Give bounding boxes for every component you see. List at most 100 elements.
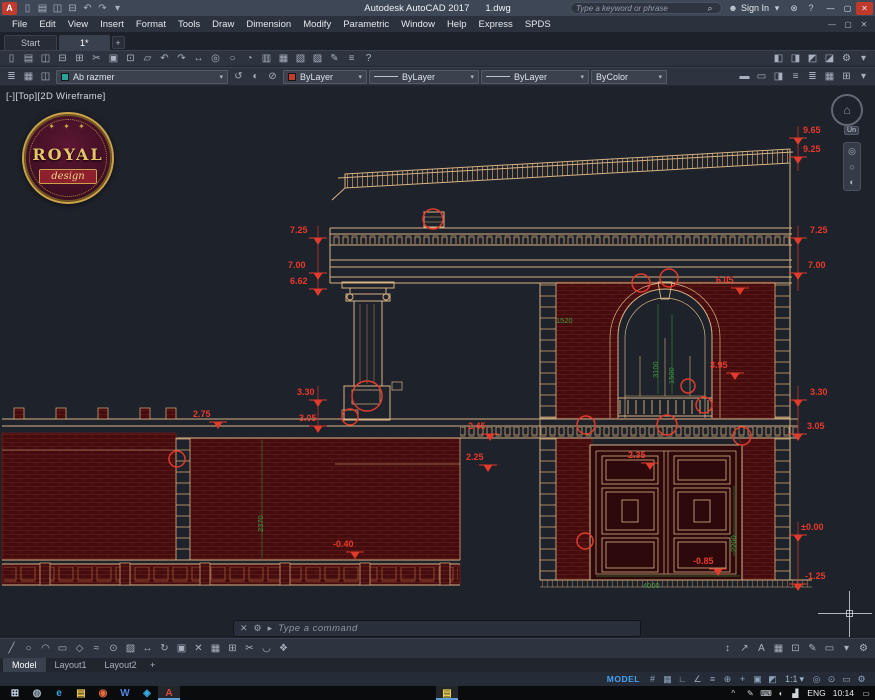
lineweight-dropdown[interactable]: ByLayer ▾ (481, 69, 589, 84)
layer-previous-icon[interactable]: ↺ (230, 69, 247, 84)
drawing-canvas[interactable]: [-][Top][2D Wireframe] ✦ ✦ ✦ ROYAL desig… (0, 86, 875, 638)
copy-icon[interactable]: ▣ (105, 51, 122, 66)
exchange-apps-icon[interactable]: ⊗ (788, 3, 800, 14)
options-icon[interactable]: ⚙ (838, 51, 855, 66)
settings-icon[interactable]: ⚙ (855, 641, 872, 656)
pan-icon[interactable]: ↔ (190, 51, 207, 66)
maximize-button[interactable]: ▢ (839, 2, 856, 15)
new-file-icon[interactable]: ▯ (21, 1, 34, 16)
help-icon[interactable]: ? (805, 3, 817, 13)
minimize-button[interactable]: — (822, 2, 839, 15)
menu-spds[interactable]: SPDS (519, 16, 557, 32)
action-center-icon[interactable]: ▭ (861, 689, 871, 698)
dim-linear-icon[interactable]: ↕ (719, 641, 736, 656)
layer-filter-icon[interactable]: ▦ (20, 69, 37, 84)
cut-icon[interactable]: ✂ (88, 51, 105, 66)
designcenter-icon[interactable]: ▦ (275, 51, 292, 66)
markup-icon[interactable]: ✎ (326, 51, 343, 66)
menu-view[interactable]: View (62, 16, 94, 32)
polar-icon[interactable]: ∠ (692, 674, 703, 685)
clock[interactable]: 10:14 (833, 688, 854, 698)
annotation-scale-control[interactable]: 1:1 ▾ (785, 674, 804, 685)
offset-icon[interactable]: ⊞ (224, 641, 241, 656)
draworder-above-icon[interactable]: ◩ (804, 51, 821, 66)
browser-icon[interactable]: ◉ (92, 686, 114, 700)
volume-icon[interactable]: ◖ (775, 689, 785, 698)
doc-close-button[interactable]: ✕ (857, 20, 871, 29)
make-object-layer-icon[interactable]: ▬ (736, 69, 753, 84)
explode-icon[interactable]: ❖ (275, 641, 292, 656)
fillet-icon[interactable]: ◡ (258, 641, 275, 656)
open-file-icon[interactable]: ▤ (36, 1, 49, 16)
autocad-logo-icon[interactable]: A (2, 1, 17, 15)
menu-edit[interactable]: Edit (33, 16, 61, 32)
layer-isolate-icon[interactable]: ◐ (247, 69, 264, 84)
command-customize-icon[interactable]: ⚙ (254, 623, 262, 634)
paste-icon[interactable]: ⊡ (122, 51, 139, 66)
doc-minimize-button[interactable]: — (825, 20, 839, 29)
new-tab-button[interactable]: + (111, 36, 125, 49)
redo-icon[interactable]: ↷ (96, 1, 109, 16)
draw-hatch-icon[interactable]: ▨ (122, 641, 139, 656)
insert-block-icon[interactable]: ⊡ (787, 641, 804, 656)
rotate-icon[interactable]: ↻ (156, 641, 173, 656)
menu-file[interactable]: File (6, 16, 33, 32)
cortana-icon[interactable]: ◍ (26, 686, 48, 700)
layer-properties-icon[interactable]: ≣ (3, 69, 20, 84)
more-icon[interactable]: ▾ (855, 51, 872, 66)
close-button[interactable]: ✕ (856, 1, 873, 15)
draw-spline-icon[interactable]: ≈ (88, 641, 105, 656)
new-file-icon[interactable]: ▯ (3, 51, 20, 66)
undo-icon[interactable]: ↶ (156, 51, 173, 66)
clean-screen-icon[interactable]: ▭ (841, 674, 852, 685)
list-view-icon[interactable]: ≣ (804, 69, 821, 84)
otrack-icon[interactable]: ⊕ (722, 674, 733, 685)
command-close-icon[interactable]: ✕ (240, 623, 248, 634)
tray-expand-icon[interactable]: ^ (728, 689, 738, 698)
layer-dropdown[interactable]: Ab razmer ▾ (56, 69, 228, 84)
transparency-icon[interactable]: ◩ (767, 674, 778, 685)
word-icon[interactable]: W (114, 686, 136, 700)
panel-expand-icon[interactable]: ⊞ (838, 69, 855, 84)
tab-start[interactable]: Start (4, 35, 58, 50)
plot-preview-icon[interactable]: ⊞ (71, 51, 88, 66)
drawing-app-icon[interactable]: ▤ (436, 686, 458, 700)
autocad-icon[interactable]: A (158, 686, 180, 700)
new-layout-button[interactable]: + (147, 660, 159, 670)
properties-icon[interactable]: ▥ (258, 51, 275, 66)
file-explorer-icon[interactable]: ▤ (70, 686, 92, 700)
group-panel-icon[interactable]: ▦ (821, 69, 838, 84)
dynamic-input-icon[interactable]: + (737, 674, 748, 684)
copy-object-icon[interactable]: ▣ (173, 641, 190, 656)
viewport-controls-label[interactable]: [-][Top][2D Wireframe] (6, 91, 106, 102)
properties-toggle-icon[interactable]: ≡ (787, 69, 804, 84)
menu-insert[interactable]: Insert (94, 16, 130, 32)
orbit-icon[interactable]: ◐ (849, 177, 854, 187)
viewcube[interactable]: ⌂ (831, 94, 863, 126)
trim-icon[interactable]: ✂ (241, 641, 258, 656)
tab-model[interactable]: Model (3, 658, 46, 672)
osnap-icon[interactable]: ≡ (707, 674, 718, 684)
save-file-icon[interactable]: ◫ (37, 51, 54, 66)
undo-icon[interactable]: ↶ (81, 1, 94, 16)
draworder-front-icon[interactable]: ◧ (770, 51, 787, 66)
ortho-icon[interactable]: ∟ (677, 674, 688, 684)
sheet-set-icon[interactable]: ▨ (309, 51, 326, 66)
customization-icon[interactable]: ⚙ (856, 674, 867, 685)
edit-polyline-icon[interactable]: ✎ (804, 641, 821, 656)
search-input[interactable] (575, 3, 701, 13)
menu-dimension[interactable]: Dimension (240, 16, 297, 32)
menu-tools[interactable]: Tools (172, 16, 206, 32)
lineweight-icon[interactable]: ▣ (752, 674, 763, 685)
telegram-icon[interactable]: ◈ (136, 686, 158, 700)
menu-draw[interactable]: Draw (206, 16, 240, 32)
tab-layout1[interactable]: Layout1 (46, 658, 96, 672)
command-input[interactable]: Type a command (278, 623, 358, 634)
edge-icon[interactable]: e (48, 686, 70, 700)
open-file-icon[interactable]: ▤ (20, 51, 37, 66)
linetype-dropdown[interactable]: ByLayer ▾ (369, 69, 479, 84)
tool-palettes-icon[interactable]: ▧ (292, 51, 309, 66)
plotstyle-dropdown[interactable]: ByColor ▾ (591, 69, 667, 84)
draw-polygon-icon[interactable]: ◇ (71, 641, 88, 656)
match-properties-icon[interactable]: ▱ (139, 51, 156, 66)
